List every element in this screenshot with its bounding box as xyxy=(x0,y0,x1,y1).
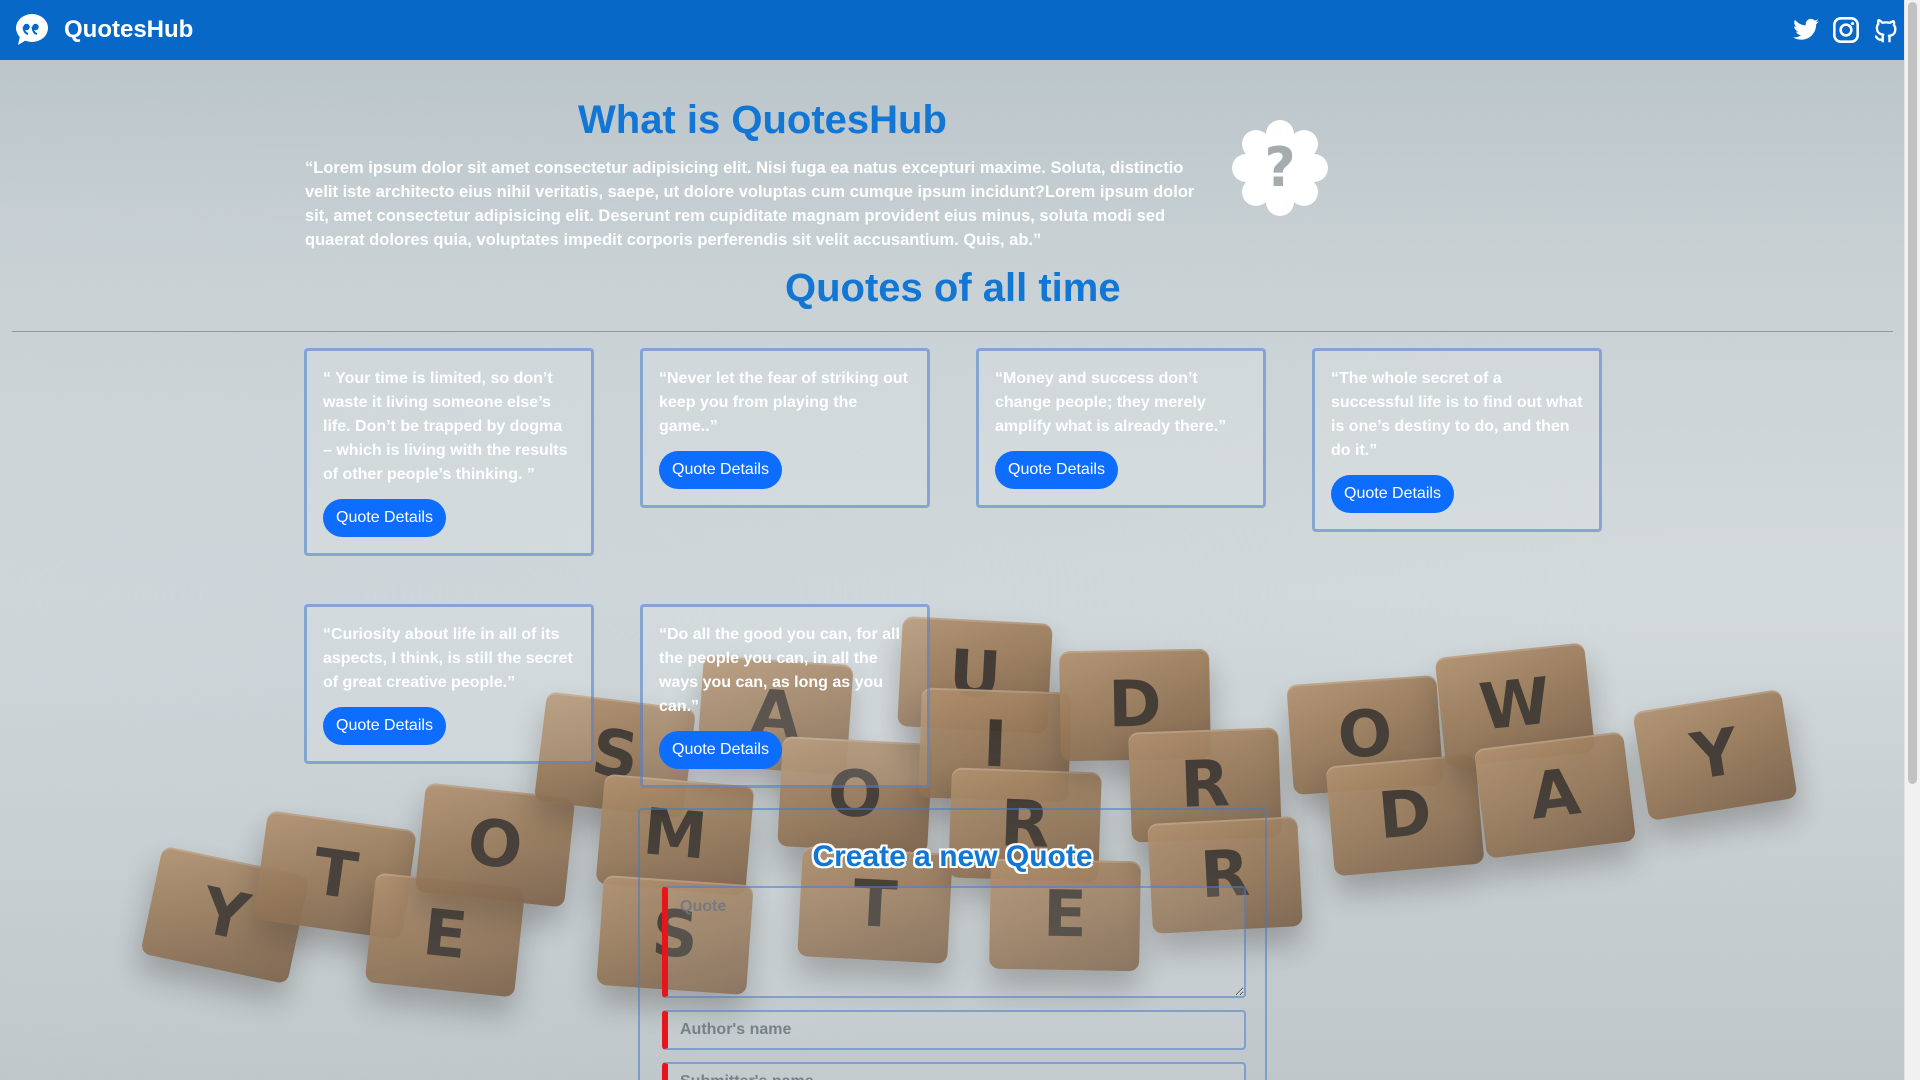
quote-details-button[interactable]: Quote Details xyxy=(995,451,1118,489)
quote-textarea[interactable] xyxy=(662,886,1246,998)
quote-details-button[interactable]: Quote Details xyxy=(323,499,446,537)
quote-card: “Never let the fear of striking out keep… xyxy=(640,348,930,508)
navbar: QuotesHub xyxy=(0,0,1905,60)
quote-card: “ Your time is limited, so don’t waste i… xyxy=(304,348,594,556)
quote-card: “The whole secret of a successful life i… xyxy=(1312,348,1602,532)
svg-text:?: ? xyxy=(1264,136,1295,199)
quote-details-button[interactable]: Quote Details xyxy=(659,731,782,769)
scrollbar-thumb[interactable] xyxy=(1908,2,1917,784)
author-name-input[interactable] xyxy=(662,1010,1246,1050)
quote-text: “Curiosity about life in all of its aspe… xyxy=(323,626,573,691)
quote-text: “Never let the fear of striking out keep… xyxy=(659,370,908,435)
quote-card: “Do all the good you can, for all the pe… xyxy=(640,604,930,788)
submitter-name-input[interactable] xyxy=(662,1062,1246,1080)
quote-text: “ Your time is limited, so don’t waste i… xyxy=(323,370,568,483)
question-badge-icon: ? xyxy=(1230,118,1330,218)
brand-title[interactable]: QuotesHub xyxy=(64,16,193,44)
quote-text: “Do all the good you can, for all the pe… xyxy=(659,626,900,715)
create-quote-form: Create a new Quote xyxy=(638,808,1267,1080)
quote-card: “Money and success don’t change people; … xyxy=(976,348,1266,508)
page-scrollbar[interactable] xyxy=(1904,0,1920,1080)
quote-details-button[interactable]: Quote Details xyxy=(1331,475,1454,513)
form-title: Create a new Quote xyxy=(812,840,1093,873)
speech-bubble-icon[interactable] xyxy=(14,12,50,48)
about-text: “Lorem ipsum dolor sit amet consectetur … xyxy=(305,159,1195,249)
github-icon[interactable] xyxy=(1872,16,1900,44)
section-divider xyxy=(12,331,1893,332)
quote-text: “The whole secret of a successful life i… xyxy=(1331,370,1583,459)
quote-card: “Curiosity about life in all of its aspe… xyxy=(304,604,594,764)
about-title: What is QuotesHub xyxy=(578,98,947,142)
quotes-section-title: Quotes of all time xyxy=(785,266,1121,310)
quote-details-button[interactable]: Quote Details xyxy=(659,451,782,489)
quote-text: “Money and success don’t change people; … xyxy=(995,370,1227,435)
quote-details-button[interactable]: Quote Details xyxy=(323,707,446,745)
instagram-icon[interactable] xyxy=(1832,16,1860,44)
twitter-icon[interactable] xyxy=(1792,16,1820,44)
